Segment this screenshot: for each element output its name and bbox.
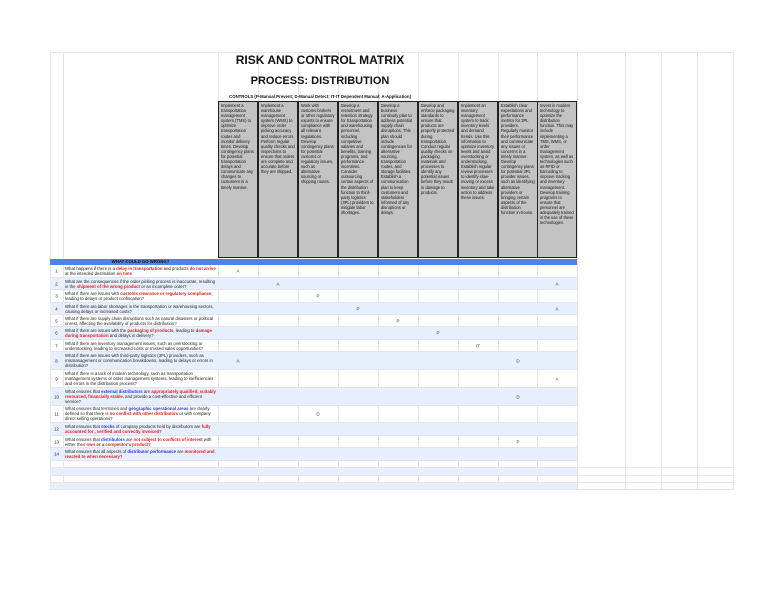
question-text: What if there are issues with third-part… bbox=[65, 352, 213, 369]
question-text: and delays in delivery? bbox=[108, 333, 154, 338]
control-description: Implement a warehouse management system … bbox=[258, 101, 298, 258]
question-text: are bbox=[176, 448, 185, 454]
grid-line bbox=[577, 52, 578, 490]
control-description: Work with customs brokers or other regul… bbox=[298, 101, 338, 258]
highlighted-text: distributor performance bbox=[127, 448, 177, 454]
row-number: 10 bbox=[54, 394, 59, 399]
risk-question: What if there are labor shortages in the… bbox=[63, 303, 219, 313]
control-type-mark[interactable]: A bbox=[218, 269, 258, 274]
table-row: 6 What if there are issues with the packa… bbox=[50, 327, 577, 340]
row-number: 13 bbox=[54, 439, 59, 444]
highlighted-text: no conflict with other distributors bbox=[109, 411, 179, 417]
question-text: and products bbox=[162, 265, 190, 271]
highlighted-text: own or a competitor's product? bbox=[86, 441, 151, 447]
control-description: Develop and enforce packaging standards … bbox=[418, 101, 458, 258]
table-row: 13 What ensures that distributors are not… bbox=[50, 436, 577, 448]
row-number: 6 bbox=[55, 330, 58, 336]
controls-caption: CONTROLS (P-Manual Prevent; D-Manual Det… bbox=[229, 94, 411, 99]
highlighted-text: on time bbox=[116, 271, 132, 276]
table-row: 14 What ensures that all aspects of distr… bbox=[50, 448, 577, 461]
control-type-mark[interactable]: P bbox=[338, 306, 378, 311]
control-type-mark[interactable]: A bbox=[218, 358, 258, 363]
control-description: Establish clear expectations and perform… bbox=[498, 101, 538, 258]
control-type-mark[interactable]: P bbox=[298, 294, 338, 299]
question-text: What if there are inventory management i… bbox=[65, 340, 204, 351]
control-type-mark[interactable]: D bbox=[298, 412, 338, 417]
risk-question: What if there are supply chain disruptio… bbox=[63, 315, 219, 325]
grid-line bbox=[625, 52, 626, 490]
row-number: 8 bbox=[55, 358, 58, 363]
control-type-mark[interactable]: D bbox=[498, 394, 538, 399]
process-title: PROCESS: DISTRIBUTION bbox=[250, 75, 390, 87]
table-row: 10 What ensures that external distributor… bbox=[50, 388, 577, 406]
risk-question: What if there is a lack of modern techno… bbox=[63, 371, 219, 387]
question-text: What if there are labor shortages in the… bbox=[65, 303, 214, 314]
table-row: 2 What are the consequences if the order … bbox=[50, 278, 577, 290]
table-row: 7 What if there are inventory management … bbox=[50, 340, 577, 352]
row-number: 11 bbox=[54, 411, 59, 417]
table-row: 9 What if there is a lack of modern techn… bbox=[50, 370, 577, 388]
risk-question: What ensures that distributors are not s… bbox=[63, 436, 219, 446]
row-number: 9 bbox=[55, 376, 58, 381]
table-row: 5 What if there are supply chain disrupti… bbox=[50, 315, 577, 327]
row-number: 3 bbox=[55, 293, 58, 299]
control-description: Implement a transportation management sy… bbox=[218, 101, 258, 258]
control-description: Develop a business continuity plan to ad… bbox=[378, 101, 418, 258]
risk-question: What ensures that external distributors … bbox=[63, 389, 219, 405]
question-text: , leading to bbox=[173, 327, 196, 333]
highlighted-text: shipment of the wrong product bbox=[76, 283, 140, 289]
control-description: Invest in modern technology to optimize … bbox=[537, 101, 577, 258]
control-type-mark[interactable]: A bbox=[537, 281, 577, 286]
control-description: Implement an inventory management system… bbox=[458, 101, 498, 258]
table-row: 4 What if there are labor shortages in th… bbox=[50, 303, 577, 315]
empty-row bbox=[50, 461, 734, 468]
risk-question: What ensures that stocks of company prod… bbox=[63, 424, 219, 434]
risk-question: What if there are issues with the packag… bbox=[63, 328, 219, 338]
table-row: 3 What if there are issues with customs c… bbox=[50, 290, 577, 303]
row-number: 1 bbox=[55, 268, 58, 274]
table-row: 8 What if there are issues with third-par… bbox=[50, 352, 577, 370]
empty-row bbox=[50, 483, 734, 490]
control-type-mark[interactable]: A bbox=[537, 376, 577, 381]
highlighted-text: do not arrive bbox=[189, 265, 216, 271]
control-type-mark[interactable]: P bbox=[378, 318, 418, 323]
row-number: 7 bbox=[55, 343, 58, 348]
risk-question: What if there are issues with customs cl… bbox=[63, 291, 219, 301]
grid-line bbox=[661, 52, 662, 490]
risk-question: What if there are issues with third-part… bbox=[63, 353, 219, 369]
control-description: Develop a recruitment and retention stra… bbox=[338, 101, 378, 258]
empty-row bbox=[50, 476, 734, 483]
control-type-mark[interactable]: IT bbox=[458, 343, 498, 348]
page-title: RISK AND CONTROL MATRIX bbox=[235, 53, 405, 67]
control-type-mark[interactable]: P bbox=[498, 439, 538, 444]
control-type-mark[interactable]: D bbox=[498, 358, 538, 363]
risk-question: What are the consequences if the order p… bbox=[63, 278, 219, 288]
question-text: or an incomplete order? bbox=[139, 283, 187, 289]
grid-line bbox=[697, 52, 698, 490]
risk-question: What ensures that all aspects of distrib… bbox=[63, 449, 219, 459]
row-number: 14 bbox=[54, 451, 59, 457]
question-text: at the intended destination bbox=[65, 271, 117, 276]
table-row: 12 What ensures that stocks of company pr… bbox=[50, 423, 577, 436]
control-type-mark[interactable]: A bbox=[537, 306, 577, 311]
row-number: 12 bbox=[54, 426, 59, 432]
row-number: 2 bbox=[55, 281, 58, 286]
empty-row bbox=[50, 468, 734, 476]
question-text: What if there are supply chain disruptio… bbox=[65, 315, 214, 326]
table-row: 1 What happens if there is a delay in tra… bbox=[50, 265, 577, 278]
row-number: 5 bbox=[55, 318, 58, 323]
control-type-mark[interactable]: A bbox=[258, 281, 298, 286]
control-type-mark[interactable]: P bbox=[418, 331, 458, 336]
risk-question: What happens if there is a delay in tran… bbox=[63, 266, 219, 276]
row-number: 4 bbox=[55, 306, 58, 311]
risk-question: What if there are inventory management i… bbox=[63, 340, 219, 350]
table-row: 11 What ensures that territories and geog… bbox=[50, 406, 577, 423]
question-text: What if there is a lack of modern techno… bbox=[65, 370, 214, 387]
risk-question: What ensures that territories and geogra… bbox=[63, 406, 219, 422]
